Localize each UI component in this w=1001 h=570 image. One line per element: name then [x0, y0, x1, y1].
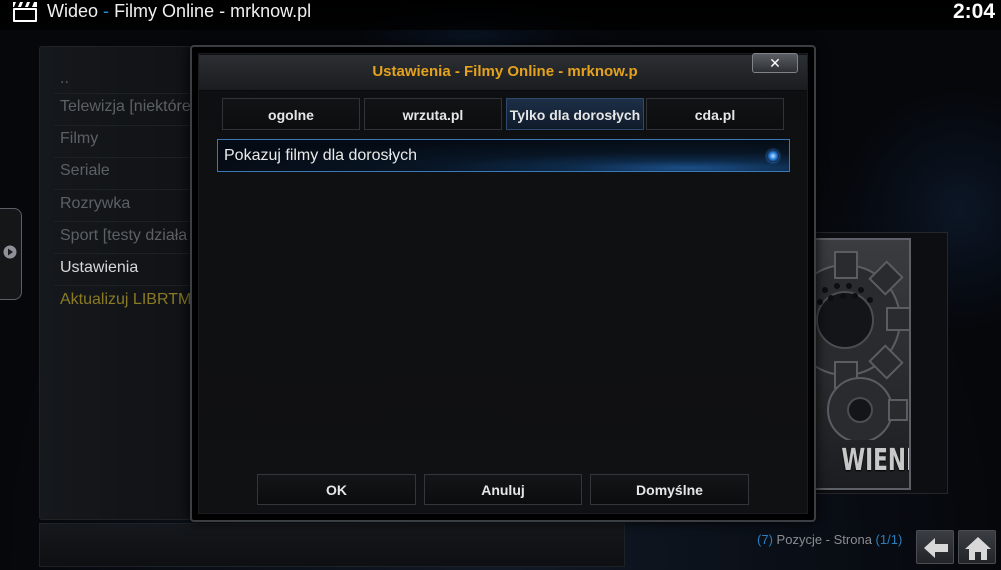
ok-button[interactable]: OK [257, 474, 416, 505]
list-item-aktualizuj[interactable]: Aktualizuj LIBRTM [60, 290, 200, 310]
side-arrow-icon[interactable] [3, 245, 17, 259]
title-separator: - [103, 1, 110, 21]
radio-on-icon[interactable] [767, 150, 779, 162]
home-icon [965, 537, 991, 560]
list-divider [54, 93, 200, 94]
top-bar: Wideo - Filmy Online - mrknow.pl 2:04 [0, 0, 1001, 30]
list-divider [54, 253, 200, 254]
list-divider [54, 285, 200, 286]
list-item-sport[interactable]: Sport [testy działa [60, 226, 200, 246]
tab-wrzuta[interactable]: wrzuta.pl [364, 98, 502, 130]
back-button[interactable] [916, 530, 954, 564]
app-name: Wideo [47, 1, 99, 21]
list-item-rozrywka[interactable]: Rozrywka [60, 194, 200, 214]
settings-dialog: Ustawienia - Filmy Online - mrknow.p ✕ o… [190, 45, 816, 522]
media-list: .. Telewizja [niektóre Filmy Seriale Roz… [39, 46, 200, 520]
tab-cda[interactable]: cda.pl [646, 98, 784, 130]
setting-show-adult-films[interactable]: Pokazuj filmy dla dorosłych [217, 139, 790, 172]
home-button[interactable] [958, 530, 996, 564]
item-count: 7 [761, 532, 769, 547]
page-info: (7) Pozycje - Strona (1/1) [757, 532, 902, 548]
list-divider [54, 157, 200, 158]
list-item-seriale[interactable]: Seriale [60, 161, 200, 181]
setting-label: Pokazuj filmy dla dorosłych [224, 147, 417, 164]
list-item-parent[interactable]: .. [60, 69, 200, 89]
close-button[interactable]: ✕ [752, 53, 798, 73]
list-item-filmy[interactable]: Filmy [60, 129, 200, 149]
paren-close: ) [768, 532, 773, 547]
list-item-ustawienia[interactable]: Ustawienia [60, 258, 200, 278]
bottom-strip [39, 523, 625, 567]
tab-ogolne[interactable]: ogolne [222, 98, 360, 130]
gear-icon [815, 251, 909, 440]
defaults-button[interactable]: Domyślne [590, 474, 749, 505]
dialog-title: Ustawienia - Filmy Online - mrknow.p [372, 63, 638, 80]
section-name: Filmy Online - mrknow.pl [114, 1, 312, 21]
cancel-button[interactable]: Anuluj [424, 474, 582, 505]
list-divider [54, 221, 200, 222]
back-arrow-icon [924, 538, 948, 558]
close-icon: ✕ [769, 55, 781, 71]
clapperboard-icon [13, 2, 37, 22]
page-indicator: 1/1 [879, 532, 898, 547]
clock: 2:04 [952, 0, 995, 23]
tab-tylko-dla-doroslych[interactable]: Tylko dla dorosłych [506, 98, 644, 130]
positions-label: Pozycje - Strona [776, 532, 872, 547]
list-divider [54, 189, 200, 190]
settings-thumbnail: WIENIA [815, 238, 911, 490]
page-paren-close: ) [897, 532, 903, 547]
thumbnail-label: WIENIA [841, 443, 909, 478]
window-title: Wideo - Filmy Online - mrknow.pl [47, 0, 311, 22]
list-divider [54, 125, 200, 126]
list-item-telewizja[interactable]: Telewizja [niektóre [60, 97, 200, 117]
